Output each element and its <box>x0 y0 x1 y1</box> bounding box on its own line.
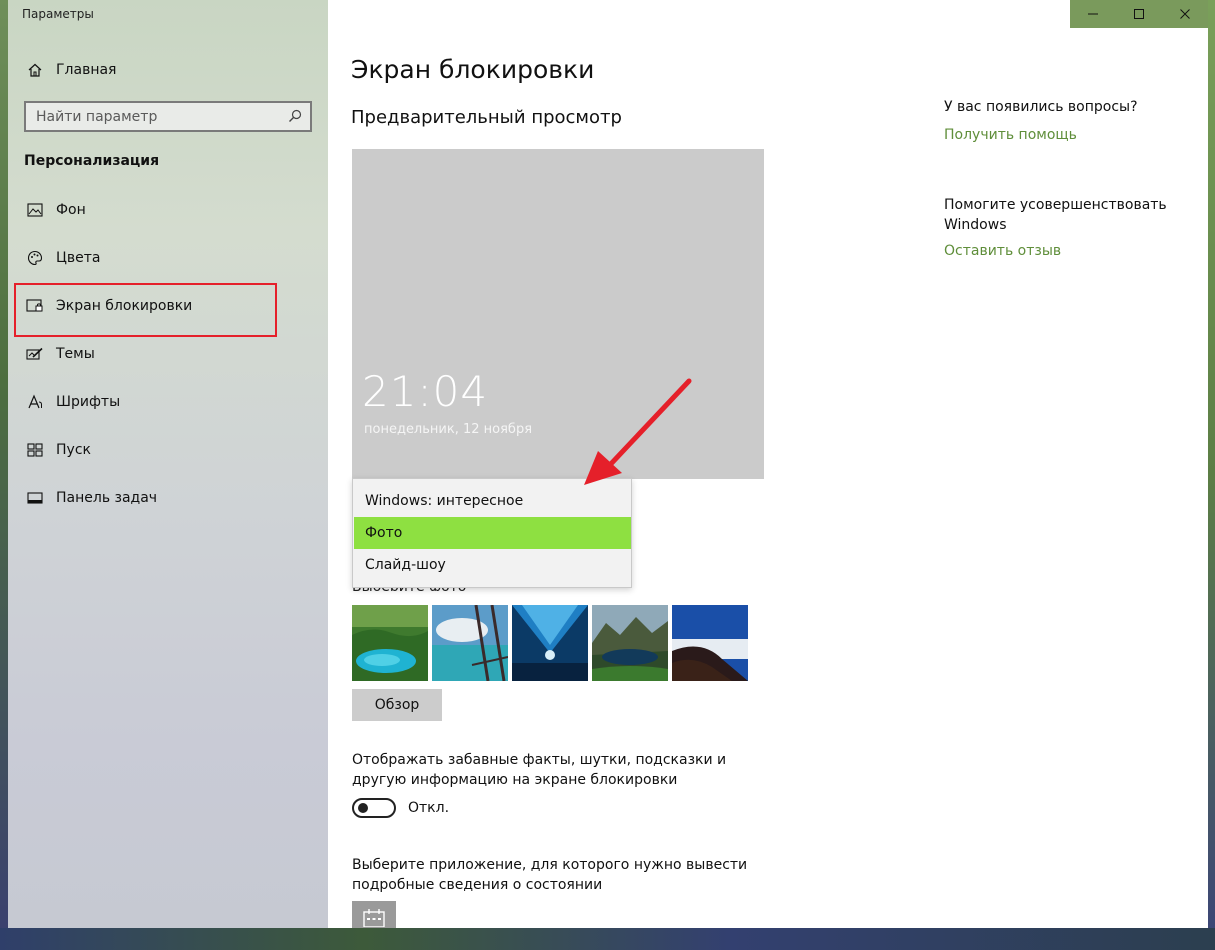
highlight-annotation-box <box>14 283 277 337</box>
sidebar-item-colors[interactable]: Цвета <box>24 246 100 270</box>
taskbar-icon <box>24 492 46 504</box>
sidebar-item-label: Пуск <box>56 442 91 458</box>
sidebar-item-label: Шрифты <box>56 394 121 410</box>
desktop-background-left <box>0 0 8 950</box>
page-title: Экран блокировки <box>351 55 595 84</box>
fonts-icon <box>24 394 46 410</box>
photo-thumbnail[interactable] <box>672 605 748 681</box>
sidebar-item-label: Главная <box>56 62 117 78</box>
photo-thumbnails <box>352 604 748 682</box>
sidebar-item-taskbar[interactable]: Панель задач <box>24 486 157 510</box>
fun-facts-description: Отображать забавные факты, шутки, подска… <box>352 752 727 788</box>
photo-thumbnail[interactable] <box>592 605 668 681</box>
browse-button[interactable]: Обзор <box>352 689 442 721</box>
sidebar-item-home[interactable]: Главная <box>24 58 116 82</box>
search-icon[interactable] <box>288 109 302 127</box>
picture-icon <box>24 203 46 217</box>
get-help-link[interactable]: Получить помощь <box>944 127 1077 143</box>
feedback-link[interactable]: Оставить отзыв <box>944 243 1061 259</box>
status-app-description: Выберите приложение, для которого нужно … <box>352 857 748 893</box>
search-box[interactable] <box>24 101 312 132</box>
settings-window: Параметры Главная Персонализация Фон Цв <box>8 0 1208 928</box>
improve-heading: Помогите усовершенствовать Windows <box>944 197 1167 233</box>
preview-date: понедельник, 12 ноября <box>364 422 533 437</box>
dropdown-option-slideshow[interactable]: Слайд-шоу <box>354 549 631 581</box>
toggle-knob <box>358 803 368 813</box>
section-heading: Персонализация <box>24 153 160 169</box>
sidebar-item-label: Панель задач <box>56 490 158 506</box>
main-content: Экран блокировки Предварительный просмот… <box>328 0 1208 928</box>
questions-heading: У вас появились вопросы? <box>944 99 1138 115</box>
photo-thumbnail[interactable] <box>512 605 588 681</box>
home-icon <box>24 62 46 78</box>
photo-thumbnail[interactable] <box>352 605 428 681</box>
app-title: Параметры <box>22 7 94 21</box>
themes-icon <box>24 347 46 361</box>
photo-thumbnail[interactable] <box>432 604 509 682</box>
calendar-icon <box>363 909 385 927</box>
desktop-background-bottom <box>0 928 1215 950</box>
dropdown-option-photo[interactable]: Фото <box>354 517 631 549</box>
search-input[interactable] <box>36 108 276 125</box>
sidebar-item-label: Темы <box>56 346 95 362</box>
sidebar-item-background[interactable]: Фон <box>24 198 86 222</box>
preview-heading: Предварительный просмотр <box>351 107 622 128</box>
sidebar-item-label: Цвета <box>56 250 101 266</box>
sidebar-item-start[interactable]: Пуск <box>24 438 91 462</box>
toggle-state-label: Откл. <box>408 800 450 816</box>
sidebar: Параметры Главная Персонализация Фон Цв <box>8 0 328 928</box>
start-icon <box>24 443 46 457</box>
palette-icon <box>24 250 46 266</box>
sidebar-item-label: Фон <box>56 202 86 218</box>
fun-facts-toggle[interactable] <box>352 798 396 818</box>
desktop-background-right <box>1208 0 1215 950</box>
status-app-button[interactable] <box>352 901 396 928</box>
preview-time: 21:04 <box>362 367 489 416</box>
fun-facts-toggle-row: Откл. <box>352 798 449 818</box>
sidebar-item-themes[interactable]: Темы <box>24 342 95 366</box>
red-arrow-annotation <box>584 378 692 485</box>
sidebar-item-fonts[interactable]: Шрифты <box>24 390 120 414</box>
